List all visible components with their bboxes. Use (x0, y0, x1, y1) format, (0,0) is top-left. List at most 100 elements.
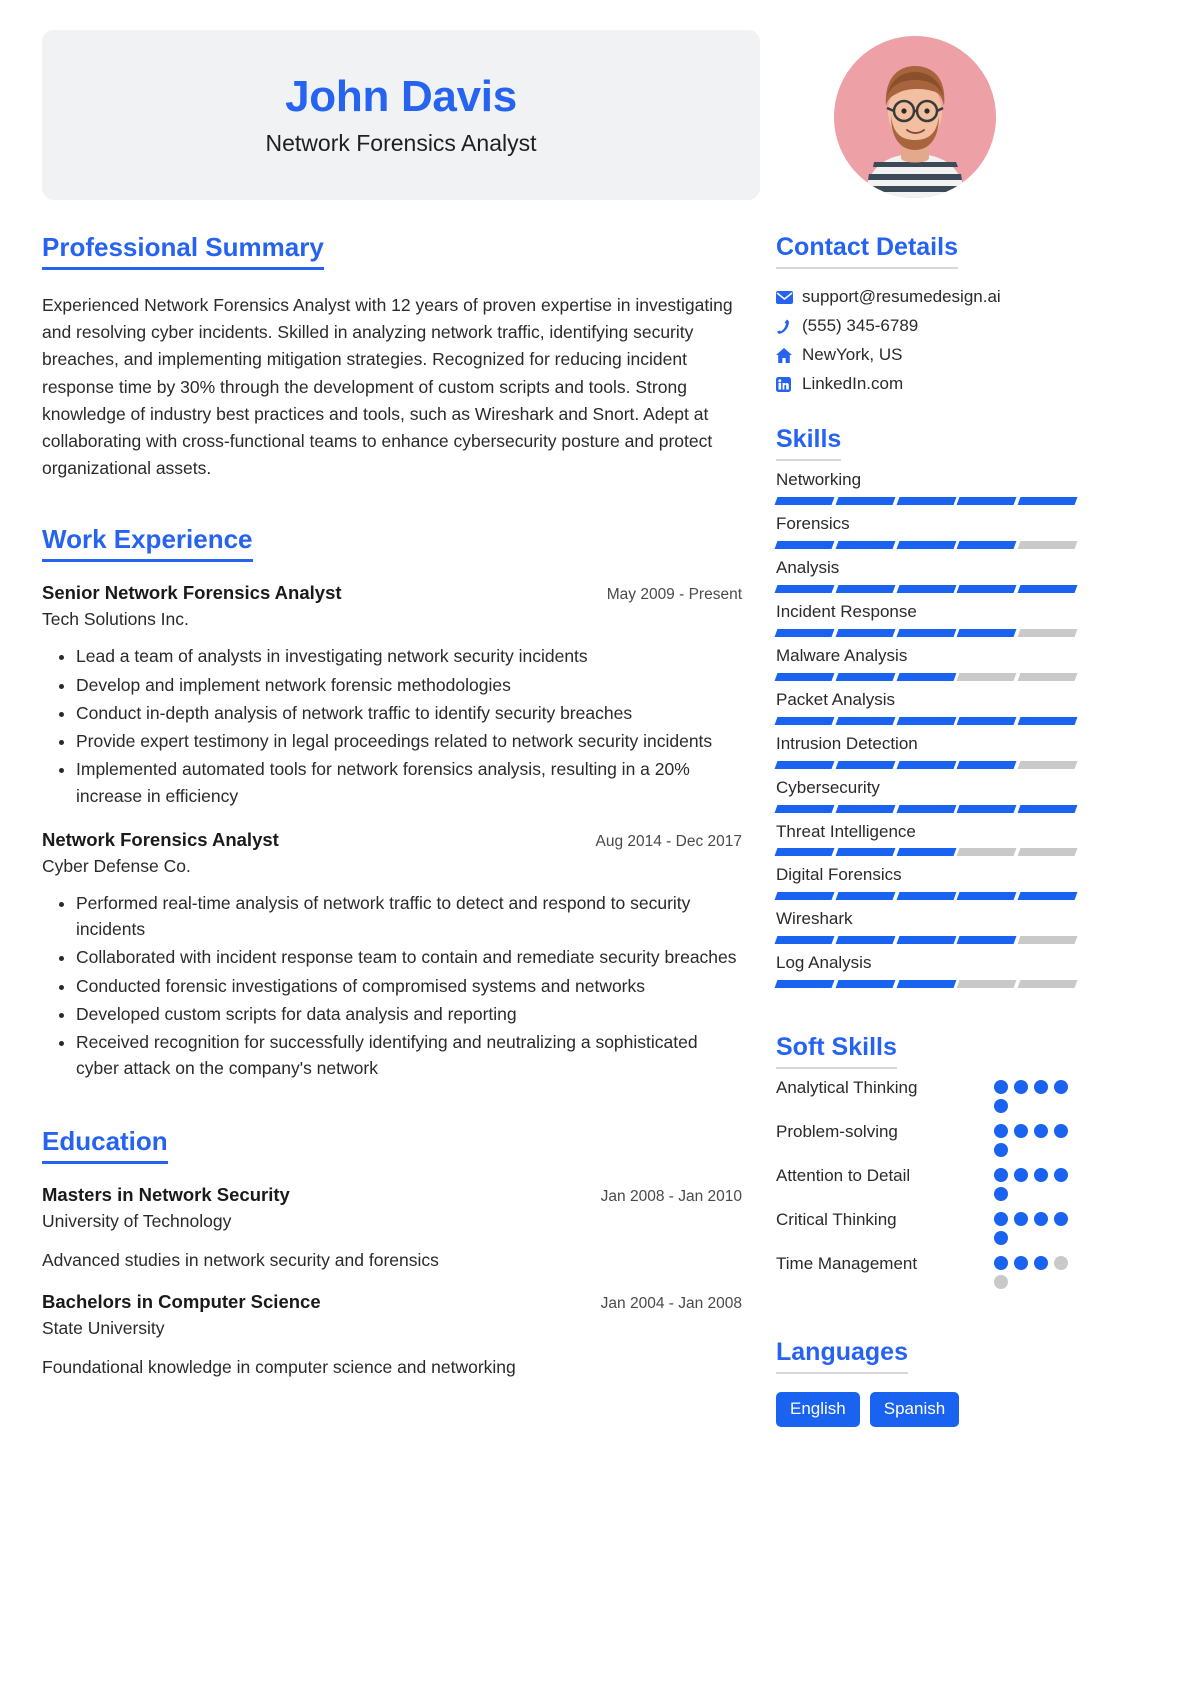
skill-bar-segment (1018, 717, 1078, 725)
spacer (42, 1084, 742, 1126)
work-entry: Senior Network Forensics Analyst May 200… (42, 582, 742, 809)
skill-bar-segment (835, 585, 895, 593)
linkedin-icon (776, 377, 802, 392)
rating-dot (994, 1099, 1008, 1113)
contact-value: (555) 345-6789 (802, 316, 918, 336)
skill-level-bar (776, 980, 1076, 988)
contact-list: support@resumedesign.ai (555) 345-6789 N… (776, 287, 1076, 394)
skill-row: Networking (776, 469, 1076, 505)
rating-dot (994, 1275, 1008, 1289)
skill-row: Malware Analysis (776, 645, 1076, 681)
contact-value: NewYork, US (802, 345, 902, 365)
soft-skill-row: Problem-solving (776, 1119, 1076, 1157)
skills-list: Networking Forensics Analysis Incident Resp… (776, 469, 1076, 988)
skill-bar-segment (835, 629, 895, 637)
section-work-experience: Work Experience Senior Network Forensics… (42, 524, 742, 1081)
resume-header: John Davis Network Forensics Analyst (42, 30, 1160, 200)
section-contact-details: Contact Details support@resumedesign.ai … (776, 232, 1076, 394)
skill-row: Packet Analysis (776, 689, 1076, 725)
skill-bar-segment (835, 717, 895, 725)
skill-label: Malware Analysis (776, 645, 1076, 668)
skill-bar-segment (1018, 848, 1078, 856)
soft-skill-label: Analytical Thinking (776, 1075, 994, 1101)
skill-bar-segment (775, 585, 835, 593)
skill-bar-segment (1018, 497, 1078, 505)
rating-dot (1054, 1080, 1068, 1094)
rating-dot (1014, 1256, 1028, 1270)
rating-dot (994, 1124, 1008, 1138)
skill-bar-segment (957, 717, 1017, 725)
rating-dot (1034, 1256, 1048, 1270)
language-chip: English (776, 1392, 860, 1426)
work-bullet: Performed real-time analysis of network … (76, 890, 742, 943)
contact-item-location[interactable]: NewYork, US (776, 345, 1076, 365)
skill-level-bar (776, 892, 1076, 900)
work-bullet: Conduct in-depth analysis of network tra… (76, 700, 742, 726)
skill-bar-segment (896, 585, 956, 593)
skill-bar-segment (775, 980, 835, 988)
skill-level-bar (776, 936, 1076, 944)
skill-bar-segment (957, 629, 1017, 637)
work-bullets: Performed real-time analysis of network … (42, 890, 742, 1082)
work-entry: Network Forensics Analyst Aug 2014 - Dec… (42, 829, 742, 1082)
skill-level-bar (776, 673, 1076, 681)
work-bullet: Received recognition for successfully id… (76, 1029, 742, 1082)
skill-bar-segment (1018, 673, 1078, 681)
skill-bar-segment (957, 892, 1017, 900)
section-languages: Languages EnglishSpanish (776, 1337, 1076, 1426)
skill-bar-segment (775, 717, 835, 725)
rating-dot (994, 1212, 1008, 1226)
education-entry: Bachelors in Computer Science Jan 2004 -… (42, 1291, 742, 1378)
skill-bar-segment (835, 673, 895, 681)
skill-level-bar (776, 497, 1076, 505)
work-entry-head: Network Forensics Analyst Aug 2014 - Dec… (42, 829, 742, 851)
skill-label: Packet Analysis (776, 689, 1076, 712)
skill-bar-segment (896, 848, 956, 856)
skill-bar-segment (896, 717, 956, 725)
soft-skill-rating (994, 1119, 1076, 1157)
language-chip-list: EnglishSpanish (776, 1392, 1076, 1426)
rating-dot (994, 1231, 1008, 1245)
skill-row: Analysis (776, 557, 1076, 593)
skill-label: Forensics (776, 513, 1076, 536)
skill-level-bar (776, 761, 1076, 769)
header-job-title: Network Forensics Analyst (266, 130, 537, 157)
phone-icon (776, 319, 802, 334)
contact-item-phone[interactable]: (555) 345-6789 (776, 316, 1076, 336)
soft-skill-row: Analytical Thinking (776, 1075, 1076, 1113)
skill-bar-segment (1018, 805, 1078, 813)
skill-bar-segment (835, 936, 895, 944)
work-company: Tech Solutions Inc. (42, 609, 742, 630)
rating-dot (994, 1187, 1008, 1201)
skill-bar-segment (775, 761, 835, 769)
contact-value: LinkedIn.com (802, 374, 903, 394)
work-company: Cyber Defense Co. (42, 856, 742, 877)
contact-item-linkedin[interactable]: LinkedIn.com (776, 374, 1076, 394)
skill-row: Incident Response (776, 601, 1076, 637)
skill-row: Cybersecurity (776, 777, 1076, 813)
skill-row: Intrusion Detection (776, 733, 1076, 769)
education-degree: Bachelors in Computer Science (42, 1291, 321, 1313)
skill-bar-segment (957, 761, 1017, 769)
skill-label: Networking (776, 469, 1076, 492)
skill-bar-segment (896, 936, 956, 944)
skill-bar-segment (896, 673, 956, 681)
skill-bar-segment (775, 541, 835, 549)
contact-item-email[interactable]: support@resumedesign.ai (776, 287, 1076, 307)
sidebar-column: Contact Details support@resumedesign.ai … (776, 232, 1076, 1427)
education-entry-head: Masters in Network Security Jan 2008 - J… (42, 1184, 742, 1206)
main-column: Professional Summary Experienced Network… (42, 232, 742, 1378)
skill-bar-segment (896, 629, 956, 637)
section-heading-soft-skills: Soft Skills (776, 1032, 897, 1069)
soft-skill-label: Critical Thinking (776, 1207, 994, 1233)
section-soft-skills: Soft Skills Analytical Thinking Problem-s… (776, 1032, 1076, 1289)
rating-dot (1054, 1124, 1068, 1138)
work-bullet: Collaborated with incident response team… (76, 944, 742, 970)
work-dates: May 2009 - Present (593, 586, 742, 604)
education-entry: Masters in Network Security Jan 2008 - J… (42, 1184, 742, 1271)
soft-skill-rating (994, 1075, 1076, 1113)
work-bullet: Develop and implement network forensic m… (76, 672, 742, 698)
work-bullet: Conducted forensic investigations of com… (76, 973, 742, 999)
skill-row: Threat Intelligence (776, 821, 1076, 857)
rating-dot (1034, 1168, 1048, 1182)
